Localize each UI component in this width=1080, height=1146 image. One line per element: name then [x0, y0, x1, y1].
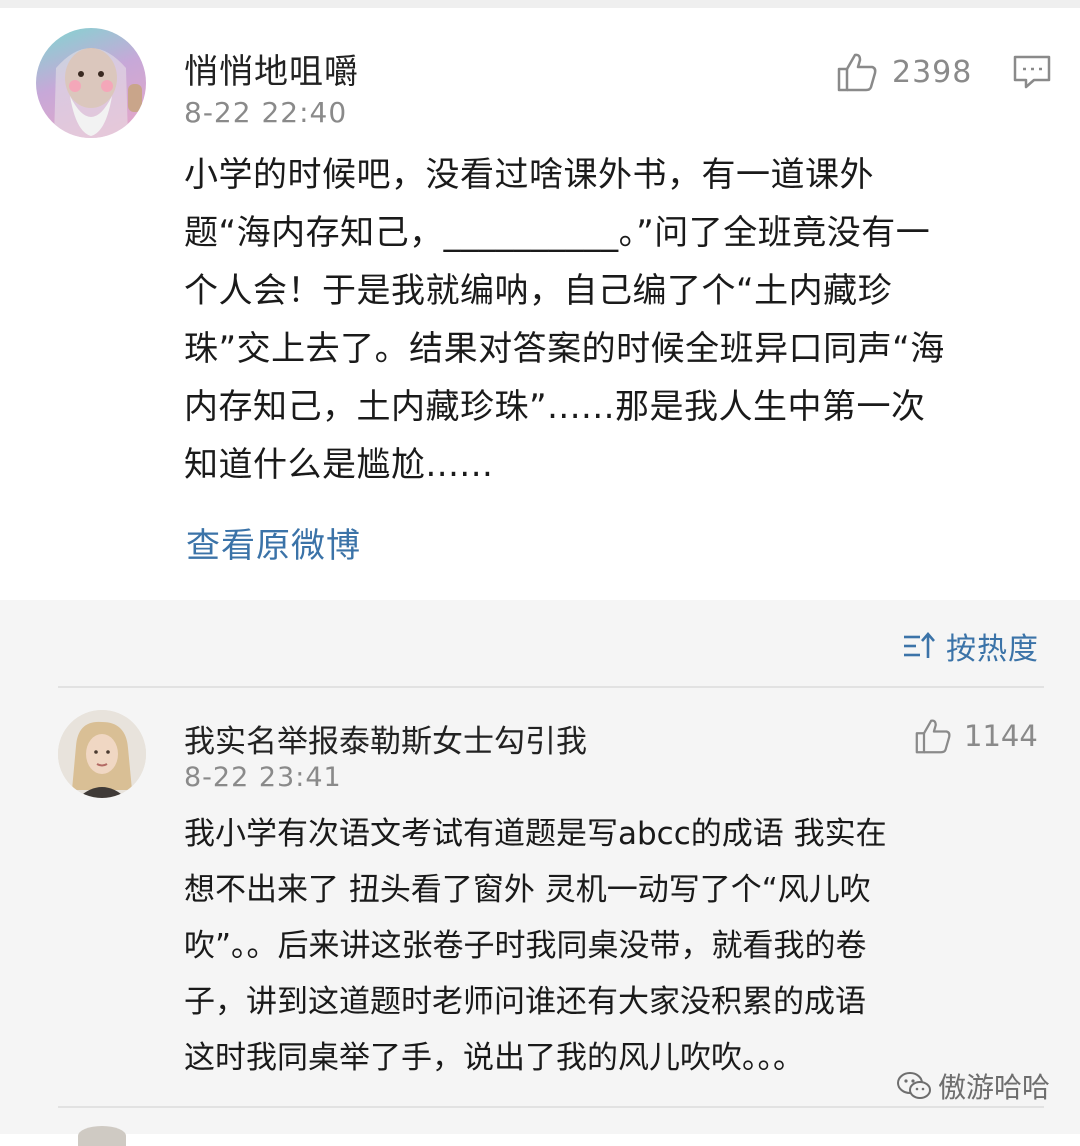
comment-like-button[interactable]: 1144 — [914, 718, 1038, 754]
comment-timestamp: 8-22 23:41 — [184, 762, 342, 793]
comment-like-count: 1144 — [964, 719, 1038, 753]
wechat-icon — [897, 1072, 931, 1099]
thumbs-up-icon — [915, 719, 951, 754]
sort-label: 按热度 — [946, 632, 1039, 667]
view-original-link[interactable]: 查看原微博 — [186, 518, 361, 567]
comment-divider — [58, 686, 1044, 688]
post-author-name[interactable]: 悄悄地咀嚼 — [184, 44, 359, 93]
comment-body-text: 我小学有次语文考试有道题是写abcc的成语 我实在 想不出来了 扭头看了窗外 灵… — [184, 816, 887, 1076]
post-comment-button[interactable] — [1012, 54, 1052, 90]
post-like-count: 2398 — [892, 54, 973, 90]
next-comment-avatar[interactable] — [78, 1126, 126, 1146]
post-body-text: 小学的时候吧，没看过啥课外书，有一道课外 题“海内存知己，__________。… — [184, 155, 945, 485]
comment-author-name[interactable]: 我实名举报泰勒斯女士勾引我 — [184, 716, 587, 761]
post-timestamp: 8-22 22:40 — [184, 96, 348, 129]
comment-bubble-icon — [1013, 55, 1051, 89]
top-divider — [0, 0, 1080, 8]
comment-divider-bottom — [58, 1106, 1044, 1108]
post-author-avatar[interactable] — [36, 28, 146, 138]
thumbs-up-icon — [837, 53, 877, 92]
watermark-text: 傲游哈哈 — [938, 1071, 1051, 1104]
sort-icon — [904, 632, 935, 658]
watermark: 傲游哈哈 — [896, 1066, 1050, 1106]
comment-author-avatar[interactable] — [58, 710, 146, 798]
post-like-button[interactable]: 2398 — [836, 52, 972, 92]
sort-by-popularity-button[interactable]: 按热度 — [902, 624, 1039, 668]
